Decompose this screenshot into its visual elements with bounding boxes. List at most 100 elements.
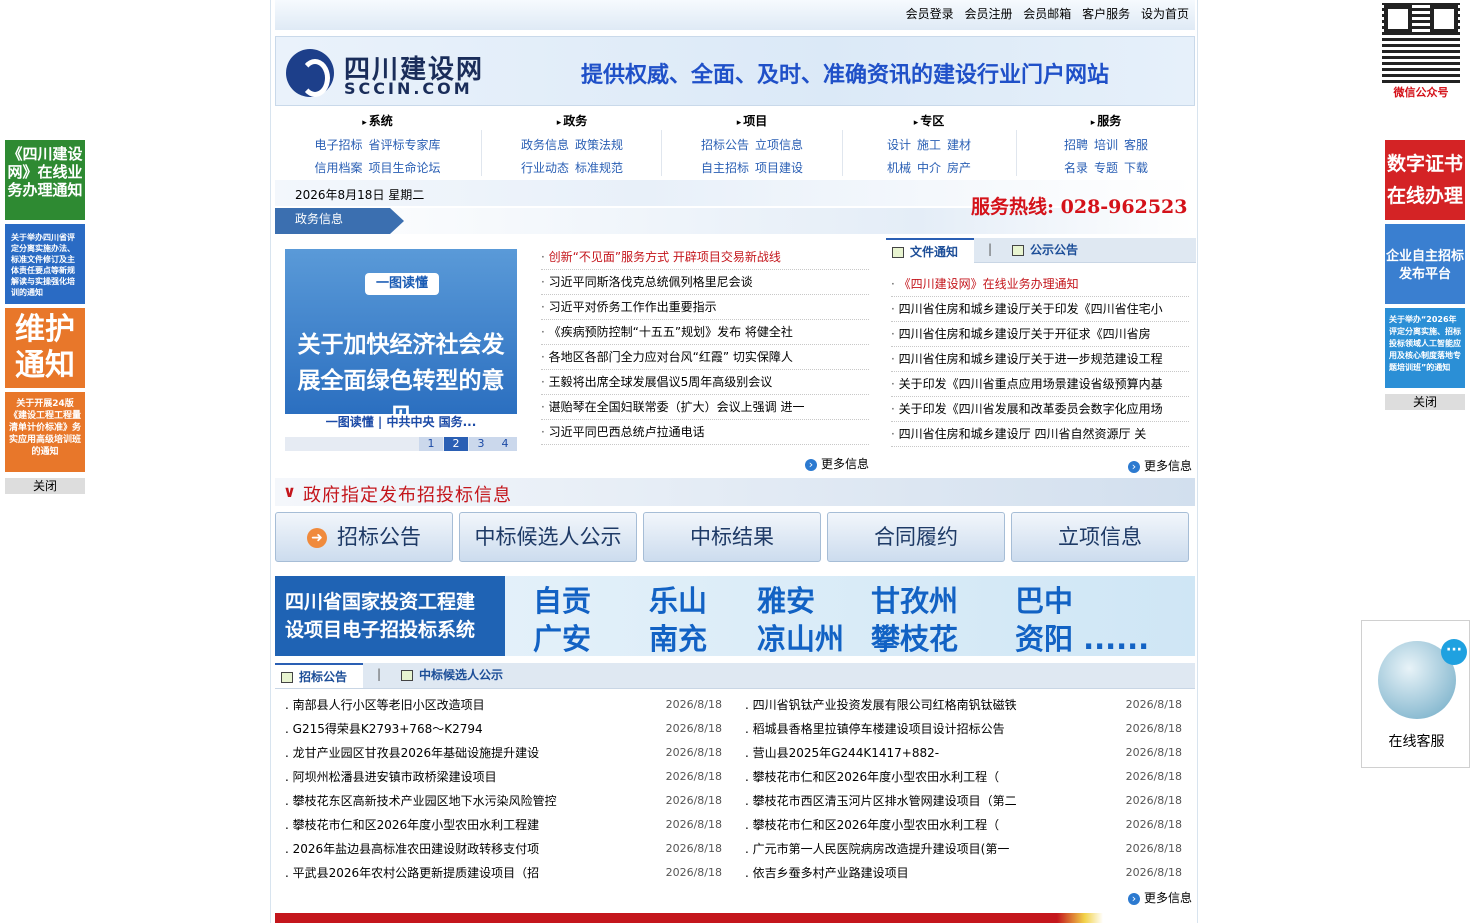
notices-more-link[interactable]: 更多信息 — [1128, 457, 1192, 474]
nav-title[interactable]: 服务 — [1017, 110, 1195, 134]
nav-link[interactable]: 项目生命论坛 — [369, 161, 441, 175]
nav-link[interactable]: 机械 — [887, 161, 911, 175]
nav-link[interactable]: 名录 — [1064, 161, 1088, 175]
close-right-ads-button[interactable]: 关闭 — [1385, 394, 1465, 410]
table-row[interactable]: 广元市第一人民医院病房改造提升建设项目(第一2026/8/18 — [745, 837, 1182, 861]
list-item[interactable]: 关于印发《四川省重点应用场景建设省级预算内基 — [891, 372, 1189, 397]
bid-title[interactable]: 依吉乡蚕多村产业路建设项目 — [745, 861, 1125, 885]
news-more-link[interactable]: 更多信息 — [805, 455, 869, 472]
list-item[interactable]: 各地区各部门全力应对台风“红霞” 切实保障人 — [541, 345, 869, 370]
project-info-button[interactable]: 立项信息 — [1011, 512, 1189, 562]
bid-title[interactable]: 四川省钒钛产业投资发展有限公司红格南钒钛磁铁 — [745, 693, 1125, 717]
table-row[interactable]: 攀枝花东区高新技术产业园区地下水污染风险管控2026/8/18 — [285, 789, 722, 813]
table-row[interactable]: 攀枝花市仁和区2026年度小型农田水利工程（2026/8/18 — [745, 813, 1182, 837]
table-row[interactable]: G215得荣县K2793+768～K27942026/8/18 — [285, 717, 722, 741]
tab-public-notice[interactable]: 公示公告 — [1006, 238, 1116, 263]
nav-link[interactable]: 施工 — [917, 138, 941, 152]
contract-button[interactable]: 合同履约 — [827, 512, 1005, 562]
mail-link[interactable]: 会员邮箱 — [1023, 0, 1071, 28]
bid-title[interactable]: 攀枝花市仁和区2026年度小型农田水利工程（ — [745, 765, 1125, 789]
nav-link[interactable]: 项目建设 — [755, 161, 803, 175]
list-item[interactable]: 习近平对侨务工作作出重要指示 — [541, 295, 869, 320]
nav-link[interactable]: 专题 — [1094, 161, 1118, 175]
slide-page-2[interactable]: 2 — [444, 437, 468, 451]
list-item[interactable]: 四川省住房和城乡建设厅关于印发《四川省住宅小 — [891, 297, 1189, 322]
online-customer-service[interactable]: ··· 在线客服 — [1361, 620, 1470, 768]
nav-link[interactable]: 培训 — [1094, 138, 1118, 152]
bid-title[interactable]: 稻城县香格里拉镇停车楼建设项目设计招标公告 — [745, 717, 1125, 741]
table-row[interactable]: 平武县2026年农村公路更新提质建设项目（招2026/8/18 — [285, 861, 722, 885]
table-row[interactable]: 南部县人行小区等老旧小区改造项目2026/8/18 — [285, 693, 722, 717]
bid-title[interactable]: 营山县2025年G244K1417+882- — [745, 741, 1125, 765]
nav-title[interactable]: 系统 — [275, 110, 480, 134]
table-row[interactable]: 龙甘产业园区甘孜县2026年基础设施提升建设2026/8/18 — [285, 741, 722, 765]
list-item[interactable]: 习近平同斯洛伐克总统佩列格里尼会谈 — [541, 270, 869, 295]
city-link[interactable]: 甘孜州 — [871, 578, 958, 620]
ad-maintenance-notice[interactable]: 维护通知 — [5, 308, 85, 388]
nav-link[interactable]: 政策法规 — [575, 138, 623, 152]
set-homepage-link[interactable]: 设为首页 — [1141, 0, 1189, 28]
nav-link[interactable]: 标准规范 — [575, 161, 623, 175]
city-link[interactable]: 攀枝花 — [871, 616, 958, 658]
list-item[interactable]: 王毅将出席全球发展倡议5周年高级别会议 — [541, 370, 869, 395]
slide-caption[interactable]: 一图读懂 | 中共中央 国务... — [285, 414, 517, 430]
city-link[interactable]: 资阳 ...... — [1015, 616, 1149, 658]
bid-title[interactable]: 攀枝花市西区清玉河片区排水管网建设项目（第二 — [745, 789, 1125, 813]
list-item[interactable]: 四川省住房和城乡建设厅关于开征求《四川省房 — [891, 322, 1189, 347]
bid-result-button[interactable]: 中标结果 — [643, 512, 821, 562]
tab-file-notice[interactable]: 文件通知 — [886, 238, 974, 263]
table-row[interactable]: 阿坝州松潘县进安镇市政桥梁建设项目2026/8/18 — [285, 765, 722, 789]
bid-title[interactable]: 南部县人行小区等老旧小区改造项目 — [285, 693, 665, 717]
list-item[interactable]: 关于印发《四川省发展和改革委员会数字化应用场 — [891, 397, 1189, 422]
nav-title[interactable]: 专区 — [843, 110, 1015, 134]
nav-link[interactable]: 下载 — [1124, 161, 1148, 175]
bid-title[interactable]: 攀枝花市仁和区2026年度小型农田水利工程（ — [745, 813, 1125, 837]
customer-service-link[interactable]: 客户服务 — [1082, 0, 1130, 28]
list-item[interactable]: 《四川建设网》在线业务办理通知 — [891, 272, 1189, 297]
nav-link[interactable]: 设计 — [887, 138, 911, 152]
nav-link[interactable]: 信用档案 — [314, 161, 362, 175]
ad-pricing-training[interactable]: 关于开展24版《建设工程工程量清单计价标准》务实应用高级培训班的通知 — [5, 392, 85, 472]
table-row[interactable]: 稻城县香格里拉镇停车楼建设项目设计招标公告2026/8/18 — [745, 717, 1182, 741]
city-link[interactable]: 凉山州 — [757, 616, 844, 658]
nav-link[interactable]: 建材 — [947, 138, 971, 152]
table-row[interactable]: 攀枝花市仁和区2026年度小型农田水利工程（2026/8/18 — [745, 765, 1182, 789]
nav-link[interactable]: 客服 — [1124, 138, 1148, 152]
nav-link[interactable]: 立项信息 — [755, 138, 803, 152]
ad-digital-certificate[interactable]: 数字证书在线办理 — [1385, 140, 1465, 220]
nav-link[interactable]: 招聘 — [1064, 138, 1088, 152]
login-link[interactable]: 会员登录 — [906, 0, 954, 28]
table-row[interactable]: 四川省钒钛产业投资发展有限公司红格南钒钛磁铁2026/8/18 — [745, 693, 1182, 717]
city-link[interactable]: 巴中 — [1015, 578, 1073, 620]
nav-link[interactable]: 房产 — [947, 161, 971, 175]
slide-page-4[interactable]: 4 — [493, 437, 517, 451]
list-item[interactable]: 四川省住房和城乡建设厅关于进一步规范建设工程 — [891, 347, 1189, 372]
list-item[interactable]: 习近平同巴西总统卢拉通电话 — [541, 420, 869, 445]
nav-title[interactable]: 政务 — [482, 110, 662, 134]
list-item[interactable]: 四川省住房和城乡建设厅 四川省自然资源厅 关 — [891, 422, 1189, 447]
register-link[interactable]: 会员注册 — [964, 0, 1012, 28]
list-item[interactable]: 谌贻琴在全国妇联常委（扩大）会议上强调 进一 — [541, 395, 869, 420]
logo-icon[interactable] — [286, 49, 334, 97]
tab-candidate-notice[interactable]: 中标候选人公示 — [395, 663, 525, 688]
list-item[interactable]: 创新“不见面”服务方式 开辟项目交易新战线 — [541, 245, 869, 270]
bid-title[interactable]: 平武县2026年农村公路更新提质建设项目（招 — [285, 861, 665, 885]
ad-training-notice[interactable]: 关于举办四川省评定分离实施办法、标准文件修订及主体责任要点等新规解读与实操强化培… — [5, 224, 85, 304]
table-row[interactable]: 攀枝花市仁和区2026年度小型农田水利工程建2026/8/18 — [285, 813, 722, 837]
tab-gov-info[interactable]: 政务信息 — [275, 208, 390, 234]
nav-link[interactable]: 中介 — [917, 161, 941, 175]
table-row[interactable]: 依吉乡蚕多村产业路建设项目2026/8/18 — [745, 861, 1182, 885]
city-link[interactable]: 雅安 — [757, 578, 815, 620]
bid-title[interactable]: 攀枝花东区高新技术产业园区地下水污染风险管控 — [285, 789, 665, 813]
nav-link[interactable]: 电子招标 — [314, 138, 362, 152]
city-link[interactable]: 南充 — [649, 616, 707, 658]
nav-link[interactable]: 省评标专家库 — [369, 138, 441, 152]
news-slideshow[interactable]: 一图读懂 关于加快经济社会发展全面绿色转型的意见 — [285, 249, 517, 414]
bids-more-link[interactable]: 更多信息 — [1128, 889, 1192, 906]
nav-link[interactable]: 招标公告 — [701, 138, 749, 152]
table-row[interactable]: 营山县2025年G244K1417+882-2026/8/18 — [745, 741, 1182, 765]
bid-title[interactable]: 攀枝花市仁和区2026年度小型农田水利工程建 — [285, 813, 665, 837]
bid-title[interactable]: 阿坝州松潘县进安镇市政桥梁建设项目 — [285, 765, 665, 789]
bid-notice-button[interactable]: ➜ 招标公告 — [275, 512, 453, 562]
tab-bid-notice[interactable]: 招标公告 — [275, 663, 363, 688]
